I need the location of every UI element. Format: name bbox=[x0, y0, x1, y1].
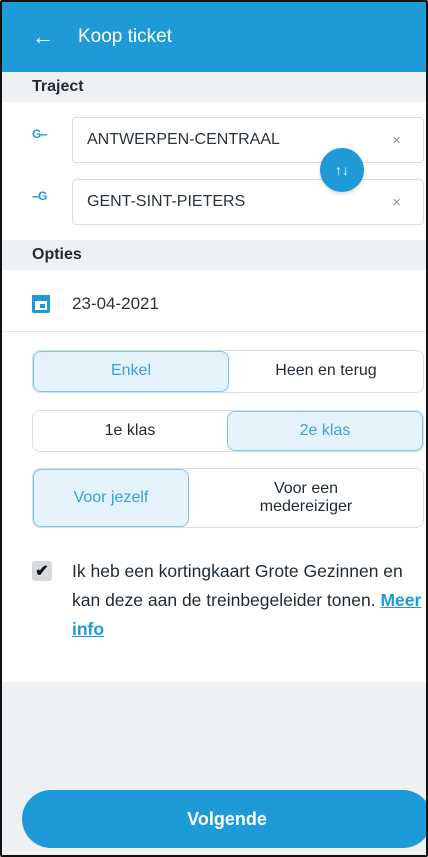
arrival-marker-icon: --G bbox=[32, 189, 47, 203]
option-1e-klas[interactable]: 1e klas bbox=[33, 411, 227, 451]
option-heen-en-terug[interactable]: Heen en terug bbox=[229, 351, 423, 392]
discount-card-row: ✔ Ik heb een kortingkaart Grote Gezinnen… bbox=[32, 557, 424, 644]
section-traject: Traject bbox=[2, 72, 426, 102]
app-header: ← Koop ticket bbox=[2, 2, 426, 72]
option-voor-een-medereiziger[interactable]: Voor een medereiziger bbox=[189, 469, 423, 527]
check-icon: ✔ bbox=[35, 563, 49, 580]
swap-icon: ↑↓ bbox=[335, 162, 349, 178]
option-enkel[interactable]: Enkel bbox=[33, 351, 229, 392]
section-opties: Opties bbox=[2, 240, 426, 270]
from-station-value: ANTWERPEN-CENTRAAL bbox=[87, 131, 280, 148]
discount-label: Ik heb een kortingkaart Grote Gezinnen e… bbox=[72, 561, 403, 610]
to-station-value: GENT-SINT-PIETERS bbox=[87, 193, 246, 210]
discount-checkbox[interactable]: ✔ bbox=[32, 561, 52, 581]
clear-to-icon[interactable]: × bbox=[392, 194, 401, 211]
option-voor-jezelf[interactable]: Voor jezelf bbox=[33, 469, 189, 527]
clear-from-icon[interactable]: × bbox=[392, 132, 401, 149]
trip-type-toggle: Enkel Heen en terug bbox=[32, 350, 424, 393]
app-screen: ← Koop ticket Traject G-- ANTWERPEN-CENT… bbox=[0, 0, 428, 857]
date-selector[interactable]: 23-04-2021 bbox=[2, 277, 426, 332]
class-toggle: 1e klas 2e klas bbox=[32, 410, 424, 452]
option-2e-klas[interactable]: 2e klas bbox=[227, 411, 423, 451]
traveler-toggle: Voor jezelf Voor een medereiziger bbox=[32, 468, 424, 528]
to-station-row: --G GENT-SINT-PIETERS × bbox=[2, 179, 426, 225]
to-station-input[interactable]: GENT-SINT-PIETERS × bbox=[72, 179, 424, 225]
next-button[interactable]: Volgende bbox=[22, 790, 426, 848]
back-button[interactable]: ← bbox=[32, 24, 66, 50]
calendar-icon bbox=[32, 295, 50, 313]
arrow-left-icon: ← bbox=[32, 24, 54, 49]
swap-stations-button[interactable]: ↑↓ bbox=[320, 148, 364, 192]
departure-marker-icon: G-- bbox=[32, 127, 47, 141]
page-title: Koop ticket bbox=[78, 26, 172, 47]
travel-date: 23-04-2021 bbox=[72, 294, 159, 313]
from-station-row: G-- ANTWERPEN-CENTRAAL × bbox=[2, 117, 426, 163]
discount-text: Ik heb een kortingkaart Grote Gezinnen e… bbox=[72, 557, 424, 644]
from-station-input[interactable]: ANTWERPEN-CENTRAAL × bbox=[72, 117, 424, 163]
